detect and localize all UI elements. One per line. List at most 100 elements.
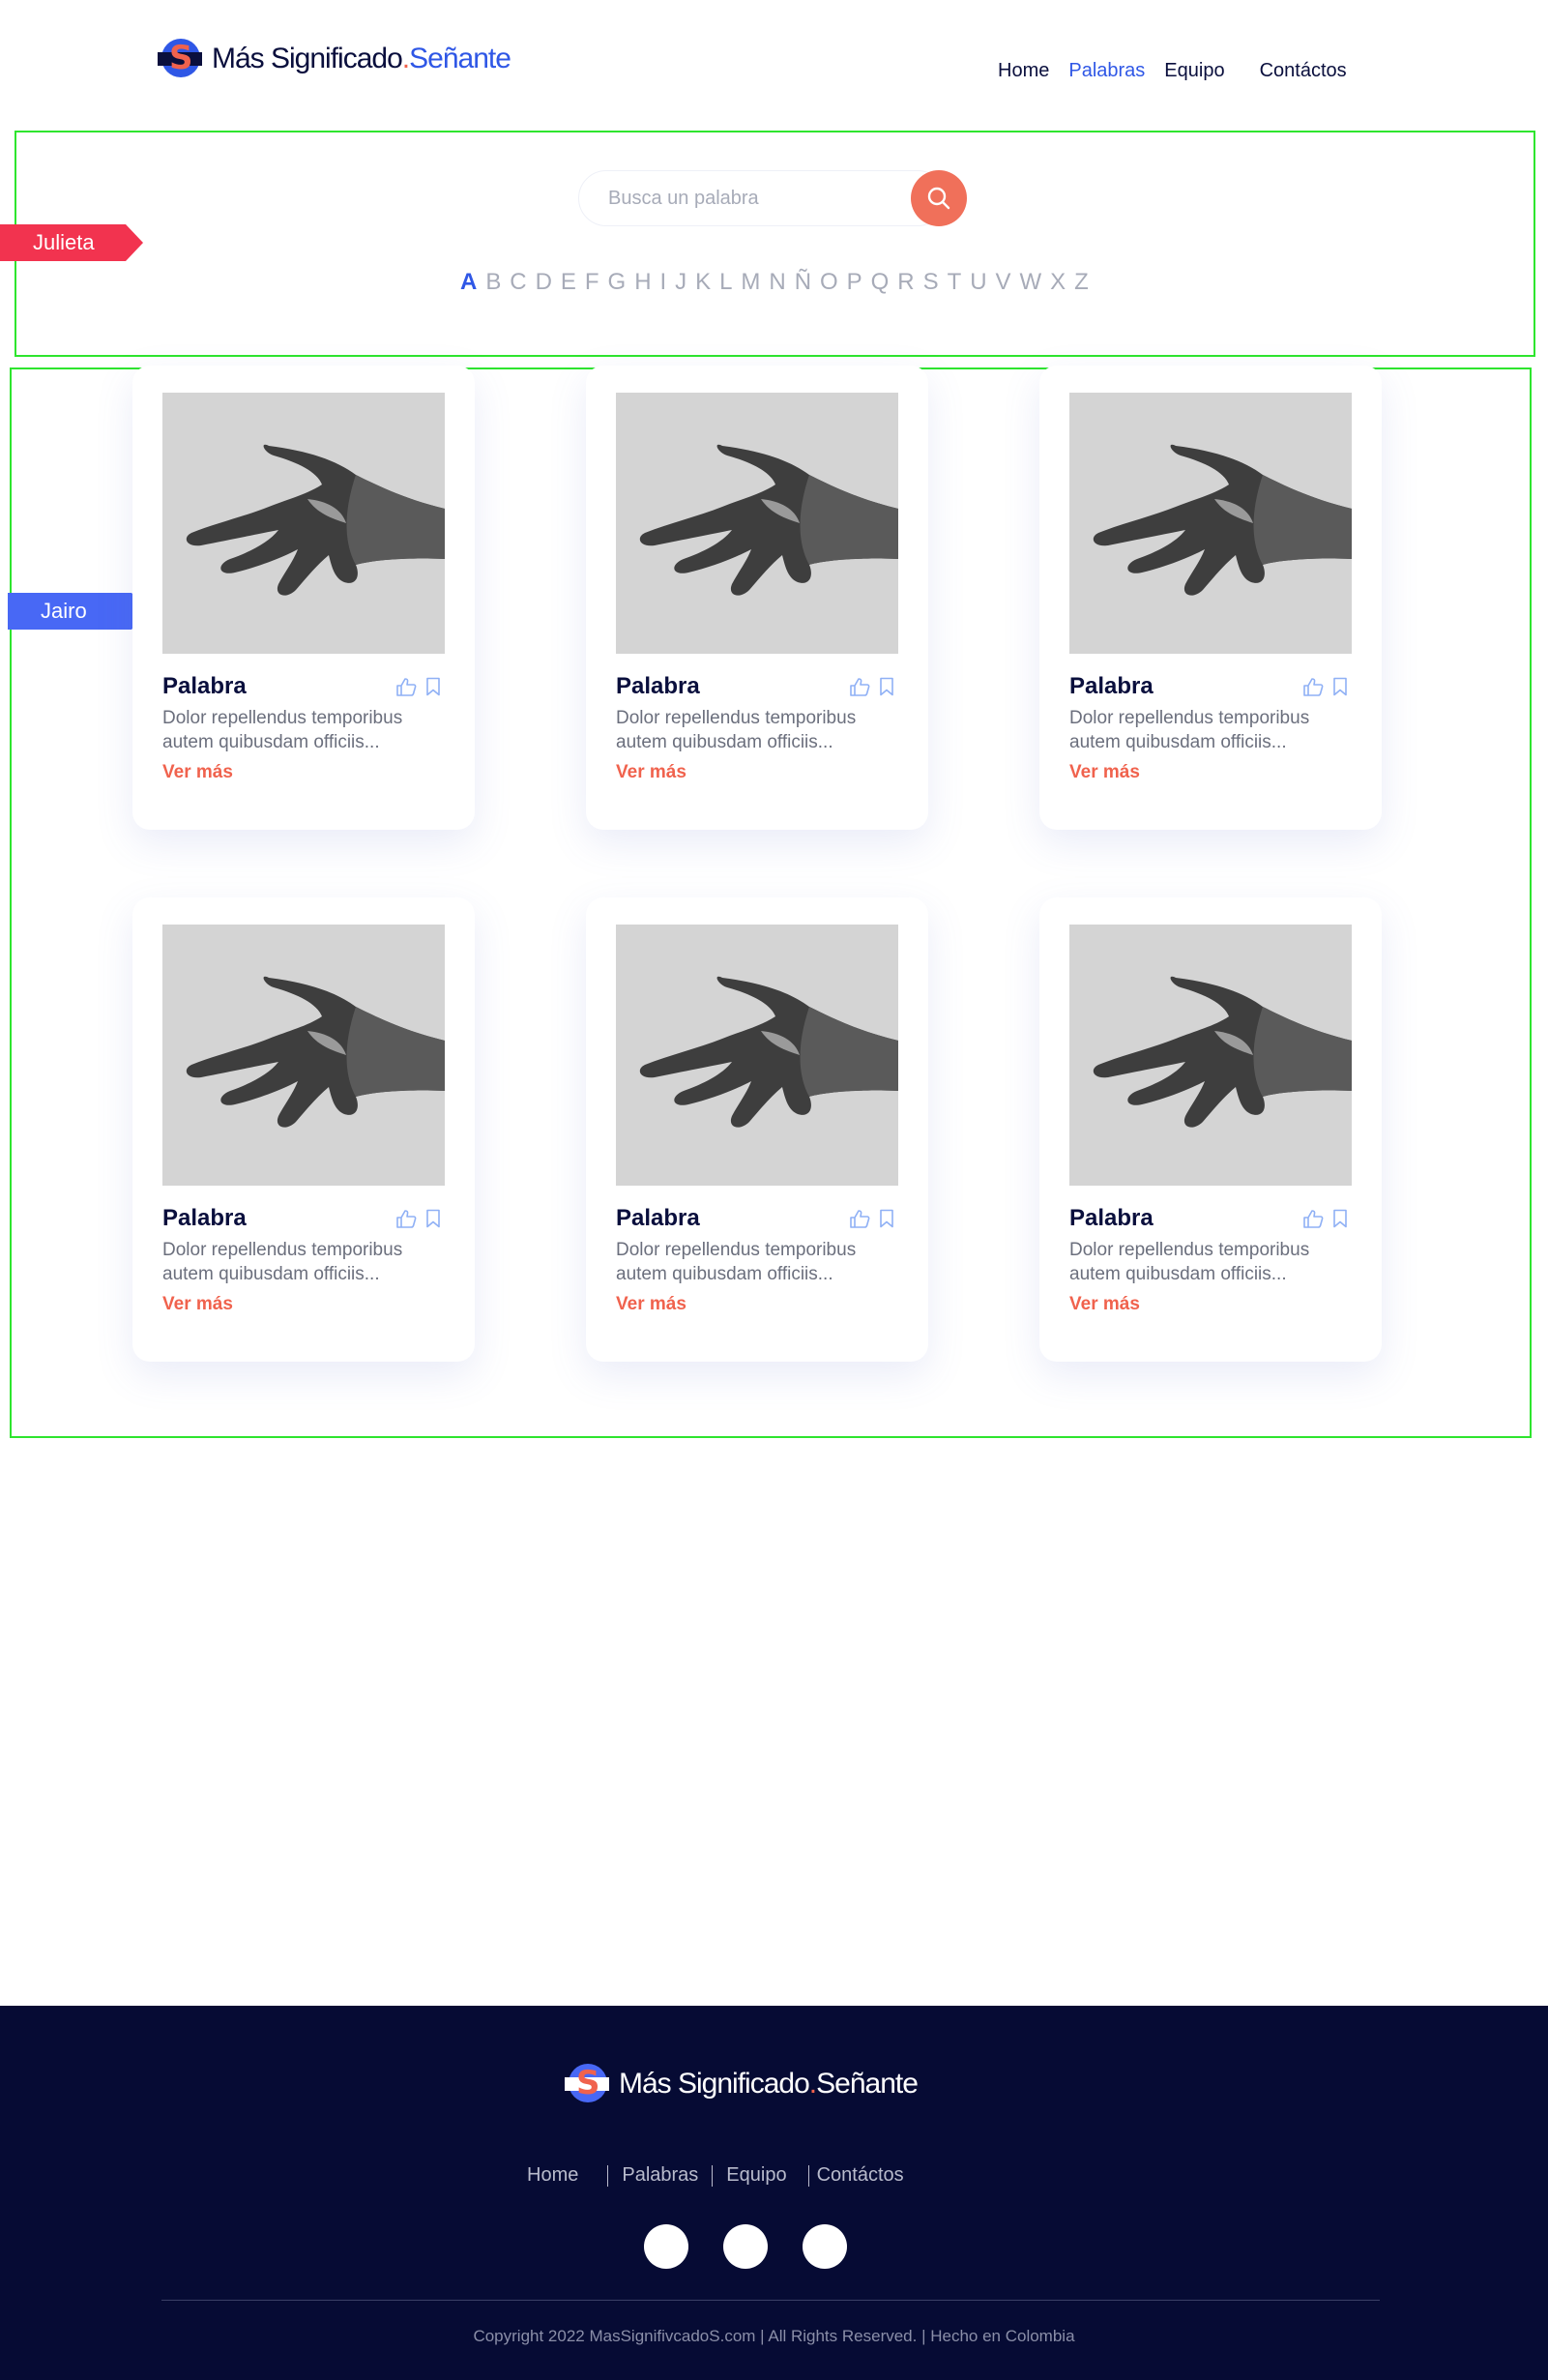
logo-icon: S bbox=[158, 39, 202, 79]
footer-nav-equipo[interactable]: Equipo bbox=[726, 2164, 786, 2187]
footer-logo[interactable]: S Más Significado.Señante bbox=[565, 2064, 919, 2104]
main-nav: Home Palabras Equipo Contáctos bbox=[998, 60, 1366, 82]
letter-filter[interactable]: W bbox=[1020, 269, 1042, 296]
letter-filter[interactable]: U bbox=[970, 269, 986, 296]
card-image bbox=[616, 393, 898, 654]
like-icon[interactable] bbox=[1302, 1209, 1324, 1233]
word-card[interactable]: Palabra Dolor repellendus temporibus aut… bbox=[132, 366, 475, 830]
like-icon[interactable] bbox=[849, 1209, 870, 1233]
search-bar bbox=[578, 170, 969, 228]
bookmark-icon[interactable] bbox=[425, 1209, 441, 1233]
letter-filter[interactable]: B bbox=[485, 269, 501, 296]
social-link-2[interactable] bbox=[723, 2224, 768, 2269]
copyright-text: Copyright 2022 MasSignifivcadoS.com | Al… bbox=[473, 2327, 1075, 2345]
card-description: Dolor repellendus temporibus autem quibu… bbox=[1069, 708, 1310, 752]
see-more-link[interactable]: Ver más bbox=[616, 1294, 686, 1315]
letter-filter[interactable]: Q bbox=[871, 269, 890, 296]
letter-filter[interactable]: Z bbox=[1074, 269, 1089, 296]
social-link-1[interactable] bbox=[644, 2224, 688, 2269]
letter-filter[interactable]: F bbox=[585, 269, 599, 296]
letter-filter[interactable]: S bbox=[923, 269, 939, 296]
word-card[interactable]: Palabra Dolor repellendus temporibus aut… bbox=[132, 897, 475, 1362]
card-description: Dolor repellendus temporibus autem quibu… bbox=[162, 1240, 403, 1284]
footer-nav-contactos[interactable]: Contáctos bbox=[817, 2164, 904, 2187]
letter-filter[interactable]: O bbox=[820, 269, 838, 296]
letter-filter[interactable]: X bbox=[1050, 269, 1066, 296]
card-image bbox=[616, 925, 898, 1186]
divider bbox=[712, 2164, 714, 2187]
bookmark-icon[interactable] bbox=[879, 1209, 894, 1233]
letter-filter[interactable]: R bbox=[897, 269, 914, 296]
nav-equipo[interactable]: Equipo bbox=[1164, 60, 1224, 82]
search-button[interactable] bbox=[911, 170, 967, 226]
annotation-tag-jairo: Jairo bbox=[8, 593, 149, 630]
card-image bbox=[1069, 925, 1352, 1186]
footer-divider bbox=[161, 2300, 1380, 2301]
word-card[interactable]: Palabra Dolor repellendus temporibus aut… bbox=[1039, 366, 1382, 830]
letter-filter[interactable]: Ñ bbox=[795, 269, 811, 296]
alphabet-filter: ABCDEFGHIJKLMNÑOPQRSTUVWXZ bbox=[460, 269, 1089, 296]
letter-filter[interactable]: G bbox=[608, 269, 627, 296]
nav-contactos[interactable]: Contáctos bbox=[1260, 60, 1347, 82]
see-more-link[interactable]: Ver más bbox=[162, 1294, 233, 1315]
like-icon[interactable] bbox=[1302, 677, 1324, 701]
divider bbox=[807, 2164, 809, 2187]
card-title: Palabra bbox=[1069, 1205, 1154, 1231]
letter-filter[interactable]: J bbox=[675, 269, 686, 296]
word-card[interactable]: Palabra Dolor repellendus temporibus aut… bbox=[586, 897, 928, 1362]
bookmark-icon[interactable] bbox=[1332, 1209, 1348, 1233]
footer-nav-palabras[interactable]: Palabras bbox=[622, 2164, 698, 2187]
card-image bbox=[162, 393, 445, 654]
letter-filter[interactable]: K bbox=[695, 269, 711, 296]
nav-palabras[interactable]: Palabras bbox=[1068, 60, 1145, 82]
word-card[interactable]: Palabra Dolor repellendus temporibus aut… bbox=[1039, 897, 1382, 1362]
footer-nav: Home Palabras Equipo Contáctos bbox=[527, 2164, 904, 2187]
like-icon[interactable] bbox=[395, 1209, 417, 1233]
card-title: Palabra bbox=[162, 1205, 247, 1231]
letter-filter[interactable]: T bbox=[948, 269, 962, 296]
word-card[interactable]: Palabra Dolor repellendus temporibus aut… bbox=[586, 366, 928, 830]
social-link-3[interactable] bbox=[803, 2224, 847, 2269]
search-icon bbox=[927, 187, 950, 210]
letter-filter[interactable]: H bbox=[634, 269, 651, 296]
letter-filter[interactable]: V bbox=[996, 269, 1011, 296]
see-more-link[interactable]: Ver más bbox=[1069, 762, 1140, 783]
letter-filter[interactable]: C bbox=[510, 269, 526, 296]
footer-brand-name: Más Significado.Señante bbox=[619, 2068, 919, 2100]
annotation-tag-julieta: Julieta bbox=[0, 224, 143, 261]
annotation-box-search bbox=[15, 131, 1535, 357]
bookmark-icon[interactable] bbox=[879, 677, 894, 701]
letter-filter[interactable]: N bbox=[769, 269, 785, 296]
footer-nav-home[interactable]: Home bbox=[527, 2164, 578, 2187]
see-more-link[interactable]: Ver más bbox=[616, 762, 686, 783]
search-input[interactable] bbox=[578, 170, 946, 226]
card-image bbox=[162, 925, 445, 1186]
card-image bbox=[1069, 393, 1352, 654]
card-description: Dolor repellendus temporibus autem quibu… bbox=[1069, 1240, 1310, 1284]
brand-logo[interactable]: S Más Significado.Señante bbox=[158, 39, 511, 79]
letter-filter[interactable]: I bbox=[660, 269, 667, 296]
card-title: Palabra bbox=[162, 673, 247, 699]
letter-filter[interactable]: M bbox=[741, 269, 760, 296]
card-title: Palabra bbox=[1069, 673, 1154, 699]
site-header: S Más Significado.Señante Home Palabras … bbox=[0, 0, 1548, 126]
like-icon[interactable] bbox=[395, 677, 417, 701]
letter-filter[interactable]: A bbox=[460, 269, 477, 296]
see-more-link[interactable]: Ver más bbox=[1069, 1294, 1140, 1315]
nav-home[interactable]: Home bbox=[998, 60, 1049, 82]
letter-filter[interactable]: E bbox=[561, 269, 576, 296]
card-description: Dolor repellendus temporibus autem quibu… bbox=[162, 708, 403, 752]
divider bbox=[607, 2164, 609, 2187]
card-description: Dolor repellendus temporibus autem quibu… bbox=[616, 708, 857, 752]
like-icon[interactable] bbox=[849, 677, 870, 701]
brand-name: Más Significado.Señante bbox=[212, 43, 511, 74]
card-description: Dolor repellendus temporibus autem quibu… bbox=[616, 1240, 857, 1284]
card-title: Palabra bbox=[616, 673, 700, 699]
letter-filter[interactable]: L bbox=[719, 269, 732, 296]
bookmark-icon[interactable] bbox=[1332, 677, 1348, 701]
card-title: Palabra bbox=[616, 1205, 700, 1231]
letter-filter[interactable]: D bbox=[536, 269, 552, 296]
bookmark-icon[interactable] bbox=[425, 677, 441, 701]
letter-filter[interactable]: P bbox=[847, 269, 862, 296]
see-more-link[interactable]: Ver más bbox=[162, 762, 233, 783]
